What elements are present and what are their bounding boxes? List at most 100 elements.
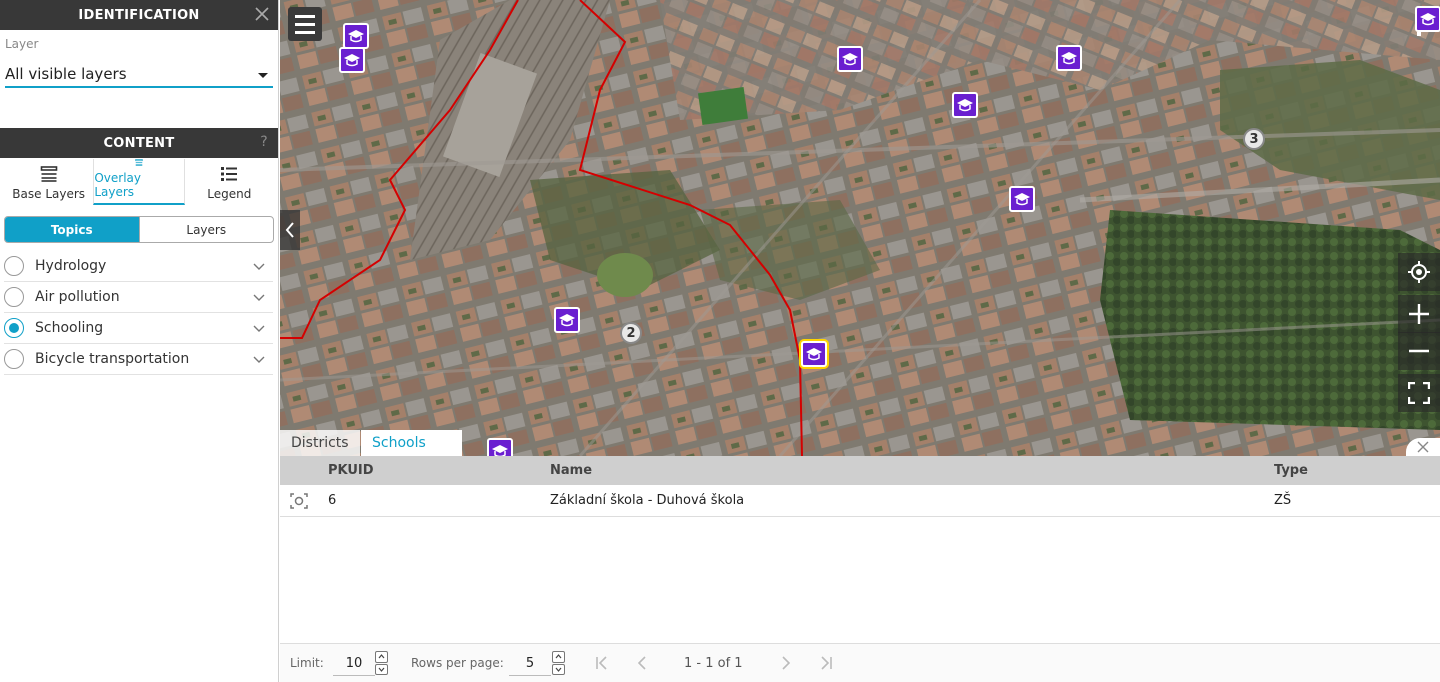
- plus-icon: [1409, 304, 1429, 324]
- help-icon[interactable]: ?: [260, 134, 268, 150]
- tab-districts[interactable]: Districts: [280, 430, 360, 456]
- cluster-marker[interactable]: 2: [620, 322, 642, 344]
- rows-per-page-stepper[interactable]: [552, 651, 565, 675]
- table-tabs: Districts Schools: [280, 430, 1440, 456]
- chevron-down-icon[interactable]: [253, 294, 265, 302]
- locate-button[interactable]: [1398, 253, 1440, 291]
- fullscreen-icon: [1408, 382, 1430, 404]
- table-header: PKUID Name Type: [280, 456, 1440, 485]
- radio-button[interactable]: [4, 287, 24, 307]
- school-marker[interactable]: [554, 307, 580, 333]
- limit-stepper[interactable]: [375, 651, 388, 675]
- chevron-left-icon: [285, 222, 294, 238]
- rows-per-page-input[interactable]: 5: [509, 652, 551, 676]
- map-view[interactable]: 3 2: [280, 0, 1440, 456]
- prev-page-icon[interactable]: [637, 656, 647, 670]
- list-icon: [221, 167, 238, 181]
- content-title: CONTENT: [103, 135, 175, 151]
- graduation-cap-icon: [559, 314, 575, 327]
- school-marker[interactable]: [952, 92, 978, 118]
- graduation-cap-icon: [806, 348, 822, 361]
- next-page-icon[interactable]: [781, 656, 791, 670]
- graduation-cap-icon: [348, 30, 364, 43]
- graduation-cap-icon: [1061, 52, 1077, 65]
- school-marker[interactable]: [837, 46, 863, 72]
- school-marker[interactable]: [1415, 6, 1440, 32]
- limit-label: Limit:: [290, 656, 324, 670]
- graduation-cap-icon: [344, 54, 360, 67]
- table-row[interactable]: 6 Základní škola - Duhová škola ZŠ: [280, 485, 1440, 517]
- table-footer: Limit: 10 Rows per page: 5 1 - 1 of 1: [280, 644, 1440, 682]
- layer-label: Layer: [5, 37, 39, 51]
- chevron-down-icon[interactable]: [253, 325, 265, 333]
- school-marker[interactable]: [1009, 186, 1035, 212]
- column-header-type[interactable]: Type: [1274, 463, 1308, 478]
- rows-per-page-label: Rows per page:: [411, 656, 504, 670]
- zoom-to-feature-icon[interactable]: [290, 493, 308, 509]
- topic-item-hydrology[interactable]: Hydrology: [4, 251, 273, 282]
- topic-label: Bicycle transportation: [35, 351, 190, 367]
- tab-base-layers[interactable]: Base Layers: [4, 159, 93, 205]
- table-empty-area: [280, 517, 1440, 644]
- topics-layers-toggle: Topics Layers: [4, 216, 274, 243]
- tab-overlay-layers[interactable]: Overlay Layers: [93, 159, 185, 205]
- radio-button[interactable]: [4, 256, 24, 276]
- segment-layers[interactable]: Layers: [138, 217, 274, 242]
- close-icon[interactable]: [254, 6, 270, 22]
- graduation-cap-icon: [1420, 13, 1436, 26]
- radio-button[interactable]: [4, 349, 24, 369]
- layer-select[interactable]: All visible layers: [5, 62, 273, 88]
- topic-label: Schooling: [35, 320, 104, 336]
- school-marker[interactable]: [343, 23, 369, 49]
- zoom-out-button[interactable]: [1398, 332, 1440, 370]
- topic-list: Hydrology Air pollution Schooling Bicycl…: [0, 251, 278, 375]
- limit-input[interactable]: 10: [333, 652, 375, 676]
- tab-overlay-layers-label: Overlay Layers: [94, 171, 141, 199]
- zoom-in-button[interactable]: [1398, 295, 1440, 333]
- last-page-icon[interactable]: [820, 656, 832, 670]
- topic-label: Hydrology: [35, 258, 107, 274]
- segment-topics[interactable]: Topics: [5, 217, 139, 242]
- topic-label: Air pollution: [35, 289, 120, 305]
- first-page-icon[interactable]: [596, 656, 608, 670]
- fullscreen-button[interactable]: [1398, 374, 1440, 412]
- attribute-table: Districts Schools PKUID Name Type 6 Zákl…: [280, 430, 1440, 682]
- topic-item-bicycle-transportation[interactable]: Bicycle transportation: [4, 344, 273, 375]
- cell-pkuid: 6: [328, 493, 337, 508]
- close-icon: [1417, 441, 1429, 453]
- column-header-name[interactable]: Name: [550, 463, 592, 478]
- chevron-down-icon[interactable]: [552, 663, 565, 675]
- school-marker-selected[interactable]: [801, 341, 827, 367]
- identification-title: IDENTIFICATION: [78, 7, 200, 23]
- layers-stack-icon: [135, 159, 143, 166]
- chevron-up-icon[interactable]: [375, 651, 388, 663]
- content-header: CONTENT ?: [0, 128, 278, 158]
- identification-header: IDENTIFICATION: [0, 0, 278, 30]
- topic-item-schooling[interactable]: Schooling: [4, 313, 273, 344]
- side-panel: IDENTIFICATION Layer All visible layers …: [0, 0, 279, 682]
- main-menu-button[interactable]: [288, 7, 322, 41]
- minus-icon: [1409, 349, 1429, 353]
- chevron-down-icon[interactable]: [253, 356, 265, 364]
- topic-item-air-pollution[interactable]: Air pollution: [4, 282, 273, 313]
- cluster-marker[interactable]: 3: [1243, 128, 1265, 150]
- caret-down-icon: [258, 73, 268, 78]
- cell-name: Základní škola - Duhová škola: [550, 493, 745, 508]
- column-header-pkuid[interactable]: PKUID: [328, 463, 374, 478]
- chevron-down-icon[interactable]: [375, 663, 388, 675]
- tab-legend[interactable]: Legend: [185, 159, 274, 205]
- layer-selector-block: Layer All visible layers: [0, 30, 278, 128]
- graduation-cap-icon: [842, 53, 858, 66]
- tab-schools[interactable]: Schools: [361, 430, 462, 456]
- chevron-down-icon[interactable]: [253, 263, 265, 271]
- graduation-cap-icon: [957, 99, 973, 112]
- layers-stack-icon: [40, 166, 57, 182]
- school-marker[interactable]: [1056, 45, 1082, 71]
- collapse-panel-button[interactable]: [280, 210, 300, 250]
- close-table-button[interactable]: [1406, 438, 1440, 456]
- radio-button-checked[interactable]: [4, 318, 24, 338]
- app: IDENTIFICATION Layer All visible layers …: [0, 0, 1440, 682]
- school-marker[interactable]: [339, 47, 365, 73]
- cell-type: ZŠ: [1274, 493, 1292, 508]
- chevron-up-icon[interactable]: [552, 651, 565, 663]
